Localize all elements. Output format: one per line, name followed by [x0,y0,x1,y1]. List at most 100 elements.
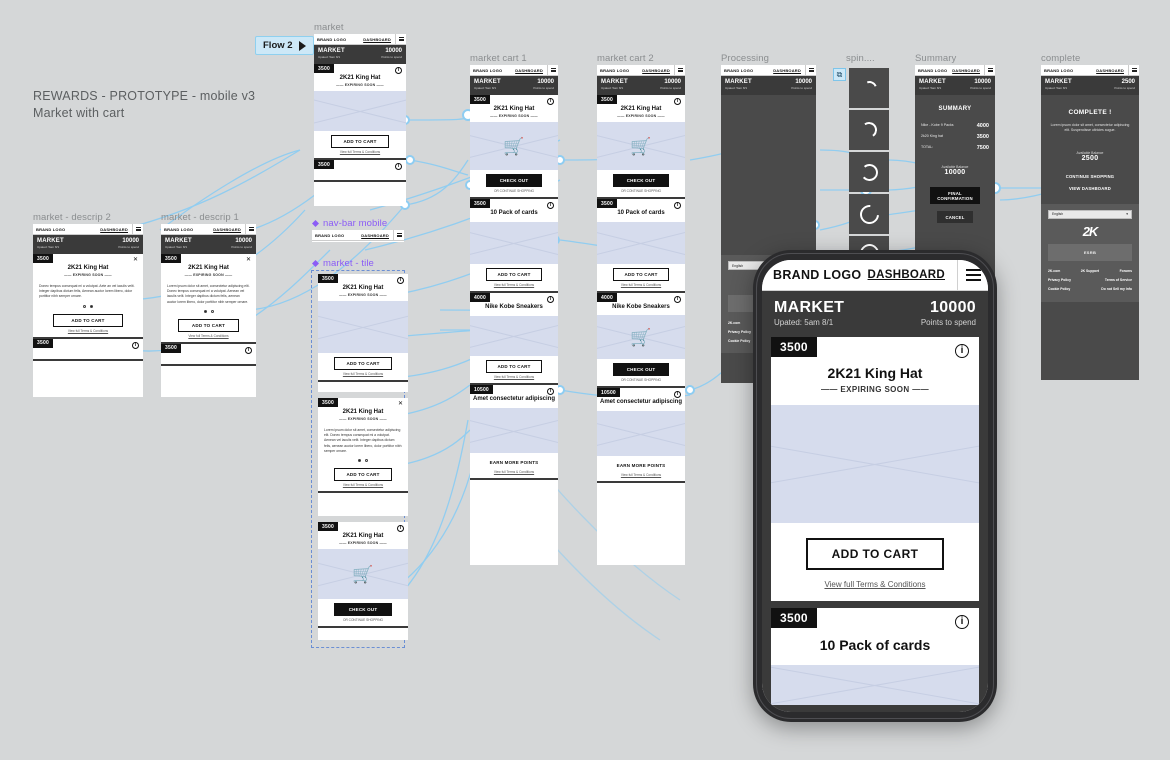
close-icon[interactable]: ✕ [132,257,139,264]
footer-link[interactable]: Terms of Service [1105,278,1132,282]
add-to-cart-button[interactable]: ADD TO CART [806,538,944,570]
info-icon[interactable]: i [395,67,402,74]
hamburger-icon[interactable] [805,65,816,76]
tile-variant-description[interactable]: 3500 ✕ 2K21 King Hat —— EXPIRING SOON ——… [318,398,408,516]
info-icon[interactable]: i [547,388,554,395]
hamburger-icon[interactable] [132,224,143,235]
hamburger-icon[interactable] [984,65,995,76]
footer-link[interactable]: Privacy Policy [728,330,751,334]
hamburger-icon[interactable] [393,230,404,241]
navbar[interactable]: BRAND LOGO DASHBOARD [721,65,816,76]
dashboard-link[interactable]: DASHBOARD [213,227,245,232]
navbar[interactable]: BRAND LOGO DASHBOARD [1041,65,1139,76]
dashboard-link[interactable]: DASHBOARD [100,227,132,232]
tile-ten-pack[interactable]: 3500 i [314,160,406,182]
frame-market-cart-1[interactable]: BRAND LOGO DASHBOARD MARKET Upated: 5am … [470,65,558,565]
dashboard-link[interactable]: DASHBOARD [363,37,395,42]
footer-link[interactable]: Privacy Policy [1048,278,1071,282]
frame-market-descrip-2[interactable]: BRAND LOGO DASHBOARD MARKET Upated: 5am … [33,224,143,397]
add-to-cart-button[interactable]: ADD TO CART [334,357,392,370]
tile-ten-pack[interactable]: 3500 i 10 Pack of cards ADD TO CART View… [470,199,558,293]
info-icon[interactable]: i [132,341,139,349]
terms-link[interactable]: View full Terms & Conditions [318,483,408,491]
hamburger-icon[interactable] [674,65,685,76]
terms-link[interactable]: View full Terms & Conditions [771,570,979,601]
footer-link[interactable]: Forums [1120,269,1132,273]
duplicate-icon[interactable]: ⧉ [833,68,846,81]
tile-amet[interactable]: 10500 i Amet consectetur adipiscing EARN… [470,385,558,480]
terms-link[interactable]: View full Terms & Conditions [314,150,406,158]
navbar[interactable]: BRAND LOGO DASHBOARD [161,224,256,235]
tile-sneakers-cart[interactable]: 4000 i Nike Kobe Sneakers 🛒 CHECK OUT OR… [597,293,685,388]
frame-market[interactable]: BRAND LOGO DASHBOARD MARKET Upated: 5am … [314,34,406,206]
checkout-button[interactable]: CHECK OUT [334,603,392,616]
navbar[interactable]: BRAND LOGO DASHBOARD [312,230,404,241]
terms-link[interactable]: View full Terms & Conditions [470,375,558,383]
navbar[interactable]: BRAND LOGO DASHBOARD [33,224,143,235]
carousel-dots[interactable] [318,456,408,464]
flow-tag[interactable]: Flow 2 [255,36,314,55]
tile-sneakers[interactable]: 4000 i Nike Kobe Sneakers ADD TO CART Vi… [470,293,558,385]
navbar[interactable]: BRAND LOGO DASHBOARD [597,65,685,76]
info-icon[interactable]: i [245,346,252,354]
phone-navbar[interactable]: BRAND LOGO DASHBOARD [762,260,988,291]
checkout-button[interactable]: CHECK OUT [612,363,670,376]
tile-ten-pack[interactable]: 3500 i [161,343,256,366]
terms-link[interactable]: View full Terms & Conditions [318,372,408,380]
add-to-cart-button[interactable]: ADD TO CART [334,468,392,482]
earn-points-button[interactable]: EARN MORE POINTS [613,460,669,471]
info-icon[interactable]: i [397,525,404,532]
frame-complete[interactable]: BRAND LOGO DASHBOARD MARKET Upated: 5am … [1041,65,1139,380]
footer-link[interactable]: 2K.com [1048,269,1060,273]
tile-king-hat[interactable]: 3500 i 2K21 King Hat —— EXPIRING SOON ——… [314,64,406,160]
continue-shopping-text[interactable]: OR CONTINUE SHOPPING [597,189,685,197]
cancel-button[interactable]: CANCEL [936,211,974,223]
add-to-cart-button[interactable]: ADD TO CART [330,135,390,148]
view-dashboard-button[interactable]: VIEW DASHBOARD [1048,179,1132,191]
dashboard-link[interactable]: DASHBOARD [952,68,984,73]
tile-king-hat[interactable]: 3500 ✕ 2K21 King Hat —— EXPIRING SOON ——… [33,254,143,339]
footer-links-row-3[interactable]: Cookie Policy Do not Sell my Info [1048,285,1132,294]
dashboard-link[interactable]: DASHBOARD [868,269,957,281]
component-navbar-mobile[interactable]: BRAND LOGO DASHBOARD [312,230,404,242]
tile-ten-pack[interactable]: 3500 i 10 Pack of cards ADD TO CART View… [597,199,685,293]
frame-market-descrip-1[interactable]: BRAND LOGO DASHBOARD MARKET Upated: 5am … [161,224,256,397]
checkout-button[interactable]: CHECK OUT [612,174,670,187]
final-confirmation-button[interactable]: FINAL CONFIRMATION [929,187,981,204]
continue-shopping-text[interactable]: OR CONTINUE SHOPPING [470,189,558,197]
continue-shopping-text[interactable]: OR CONTINUE SHOPPING [597,378,685,386]
hamburger-icon[interactable] [245,224,256,235]
tile-king-hat-cart[interactable]: 3500 i 2K21 King Hat —— EXPIRING SOON ——… [597,95,685,199]
terms-link[interactable]: View full Terms & Conditions [597,283,685,291]
hamburger-icon[interactable] [1128,65,1139,76]
footer-links-row-2[interactable]: Privacy Policy Terms of Service [1048,276,1132,285]
hamburger-icon[interactable] [957,260,988,291]
terms-link[interactable]: View full Terms & Conditions [597,473,685,481]
terms-link[interactable]: View full Terms & Conditions [33,329,143,337]
navbar[interactable]: BRAND LOGO DASHBOARD [915,65,995,76]
info-icon[interactable]: i [674,296,681,303]
tile-king-hat-cart[interactable]: 3500 i 2K21 King Hat —— EXPIRING SOON ——… [470,95,558,199]
close-icon[interactable]: ✕ [397,401,404,408]
tile-king-hat[interactable]: 3500 i 2K21 King Hat —— EXPIRING SOON ——… [771,337,979,601]
continue-shopping-button[interactable]: CONTINUE SHOPPING [1048,162,1132,179]
carousel-dots[interactable] [161,307,256,315]
tile-king-hat[interactable]: 3500 i 2K21 King Hat —— EXPIRING SOON ——… [318,274,408,382]
hamburger-icon[interactable] [395,34,406,45]
dashboard-link[interactable]: DASHBOARD [1096,68,1128,73]
tile-variant-default[interactable]: 3500 i 2K21 King Hat —— EXPIRING SOON ——… [318,274,408,392]
footer-link[interactable]: Do not Sell my Info [1101,287,1132,291]
footer-link[interactable]: 2K Support [1081,269,1099,273]
navbar[interactable]: BRAND LOGO DASHBOARD [314,34,406,45]
tile-ten-pack[interactable]: 3500 i [33,338,143,361]
footer-link[interactable]: Cookie Policy [728,339,750,343]
dashboard-link[interactable]: DASHBOARD [361,233,393,238]
dashboard-link[interactable]: DASHBOARD [773,68,805,73]
navbar[interactable]: BRAND LOGO DASHBOARD [470,65,558,76]
carousel-dots[interactable] [33,302,143,310]
terms-link[interactable]: View full Terms & Conditions [470,470,558,478]
info-icon[interactable]: i [547,296,554,303]
dashboard-link[interactable]: DASHBOARD [515,68,547,73]
add-to-cart-button[interactable]: ADD TO CART [178,318,239,332]
info-icon[interactable]: i [547,202,554,209]
